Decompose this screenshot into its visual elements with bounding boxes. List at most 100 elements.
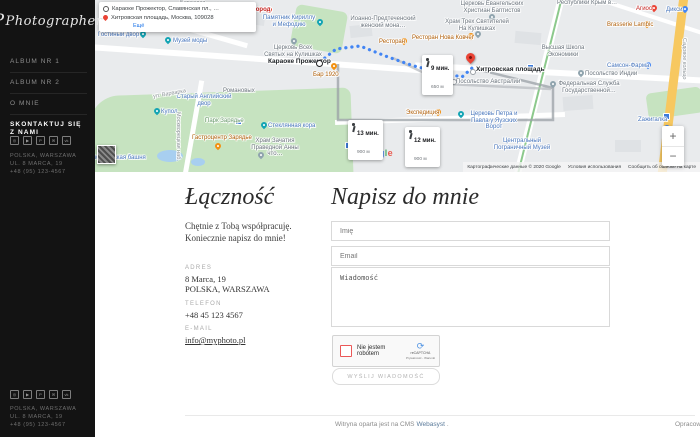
map-park-label: Парк Зарядье: [205, 118, 244, 125]
directions-more-link[interactable]: Ещё: [133, 23, 251, 29]
route-origin-marker: [316, 60, 323, 67]
email-input[interactable]: [331, 246, 610, 266]
sidebar-item-album-1[interactable]: ALBUM NR 1: [10, 52, 87, 72]
sidebar-address: POLSKA, WARSZAWA UL. 8 MARCA, 19 +48 (95…: [10, 152, 76, 176]
directions-destination-text: Хитровская площадь, Москва, 109028: [111, 14, 214, 23]
address-street: UL. 8 MARCA, 19: [10, 160, 76, 168]
map-poi-label: Zажигалка: [638, 117, 667, 124]
phone-label: TELEFON: [185, 301, 222, 307]
route-distance: 650 м: [431, 85, 444, 90]
map-zoom-control: + −: [662, 126, 684, 166]
vk-icon[interactable]: vk: [62, 136, 71, 145]
route-distance: 900 м: [414, 157, 427, 162]
footer-credit-text: Witryna oparta jest na CMSWebasyst.: [335, 421, 449, 428]
page: PPhotographer ALBUM NR 1 ALBUM NR 2 O MN…: [0, 0, 700, 437]
name-input[interactable]: [331, 221, 610, 241]
zoom-out-button[interactable]: −: [662, 147, 684, 167]
developer-credit-link[interactable]: Opracowanie: [675, 421, 700, 428]
zoom-in-button[interactable]: +: [662, 126, 684, 147]
map-poi-label: Ресторан: [379, 39, 405, 46]
vk-icon[interactable]: vk: [62, 390, 71, 399]
map-poi-label: Памятник Кириллу и Мефодию: [261, 15, 317, 28]
email-value: info@myphoto.pl: [185, 335, 245, 345]
walking-icon: [408, 130, 412, 139]
destination-pin-mini-icon: [103, 14, 109, 21]
email-icon[interactable]: ✉: [49, 136, 58, 145]
map-poi-label: Церковь Петра и Павла у Яузских Ворот: [465, 111, 523, 131]
route-time: 9 мин.: [431, 66, 449, 72]
satellite-thumbnail[interactable]: [97, 145, 116, 164]
social-links: ◎ ▶ P ✉ vk: [10, 136, 71, 145]
map-poi-label: Ресторан Нова Ковчег: [412, 35, 474, 42]
send-message-button[interactable]: WYŚLIJ WIADOMOŚĆ: [332, 368, 440, 385]
email-link[interactable]: info@myphoto.pl: [185, 335, 245, 345]
directions-origin-row[interactable]: Караоке Прожектор, Славянская пл., …: [103, 5, 251, 14]
email-icon[interactable]: ✉: [49, 390, 58, 399]
pinterest-icon[interactable]: P: [36, 390, 45, 399]
walking-icon: [351, 123, 355, 132]
map-poi-label: Храм Зачатия Праведной Анны что…: [243, 138, 307, 158]
map-poi-label: Церковь Евангельских Христиан Баптистов: [455, 1, 529, 14]
directions-card: Караоке Прожектор, Славянская пл., … Хит…: [99, 2, 256, 32]
address-city: POLSKA, WARSZAWA: [10, 405, 76, 413]
map-street-label: Москворецкая наб.: [175, 112, 182, 161]
instagram-icon[interactable]: ◎: [10, 136, 19, 145]
google-map[interactable]: Биржевая Гостиный двор Музей моды Китай-…: [95, 0, 700, 172]
contact-section: Łączność Chętnie z Tobą współpracuję. Ko…: [95, 172, 700, 437]
message-textarea[interactable]: [331, 267, 610, 327]
map-poi-label: Иоанно-Предтеченский женский мона…: [350, 16, 416, 29]
map-destination-label: Хитровская площадь: [476, 67, 545, 74]
address-line: 8 Marca, 19: [185, 274, 270, 284]
route-time-badge[interactable]: 9 мин. 650 м: [422, 55, 453, 95]
map-poi-label: Посольство Австралии: [456, 79, 520, 86]
walking-icon: [425, 58, 429, 67]
recaptcha-widget: Nie jestem robotem ⟳ reCAPTCHA Prywatnoś…: [332, 335, 440, 367]
address-label: ADRES: [185, 265, 212, 271]
address-city: POLSKA, WARSZAWA: [10, 152, 76, 160]
map-poi-label: Центральный Пограничный Музей: [493, 138, 551, 151]
map-poi-label: Стеклянная кора: [268, 123, 315, 130]
map-poi-label: Бар 1920: [313, 72, 339, 79]
address-value: 8 Marca, 19 POLSKA, WARSZAWA: [185, 274, 270, 294]
sidebar-item-album-2[interactable]: ALBUM NR 2: [10, 72, 87, 93]
route-time: 13 мин.: [357, 131, 379, 137]
route-time-badge[interactable]: 12 мин. 900 м: [405, 127, 440, 167]
map-poi-label: Республики Крым в…: [557, 0, 617, 7]
route-distance: 900 м: [357, 150, 370, 155]
map-poi-label: Храм Трех Святителей На Кулишках: [445, 19, 509, 32]
map-poi-label: Brasserie Lambic: [607, 22, 653, 29]
phone-value: +48 45 123 4567: [185, 310, 243, 320]
map-poi-label: Самсон-Фарма: [607, 63, 649, 70]
email-label: E-MAIL: [185, 326, 213, 332]
logo-text: Photographer: [6, 14, 103, 29]
recaptcha-terms[interactable]: Prywatność - Warunki: [406, 356, 435, 360]
map-poi-label: Федеральная Служба Государственной…: [557, 81, 621, 94]
address-street: UL. 8 MARCA, 19: [10, 413, 76, 421]
address-phone: +48 (95) 123-4567: [10, 421, 76, 429]
youtube-icon[interactable]: ▶: [23, 390, 32, 399]
sidebar-nav: ALBUM NR 1 ALBUM NR 2 O MNIE SKONTAKTUJ …: [10, 52, 87, 143]
address-line: POLSKA, WARSZAWA: [185, 284, 270, 294]
pinterest-icon[interactable]: P: [36, 136, 45, 145]
map-data-copyright: Картографические данные © 2020 Google: [467, 165, 560, 170]
sidebar-item-o-mnie[interactable]: O MNIE: [10, 93, 87, 114]
site-logo[interactable]: PPhotographer: [6, 6, 89, 36]
recaptcha-brand: reCAPTCHA: [411, 351, 431, 355]
recaptcha-checkbox[interactable]: [340, 345, 352, 357]
youtube-icon[interactable]: ▶: [23, 136, 32, 145]
terms-link[interactable]: Условия использования: [568, 165, 621, 170]
directions-destination-row[interactable]: Хитровская площадь, Москва, 109028: [103, 14, 251, 23]
route-time: 12 мин.: [414, 138, 436, 144]
directions-origin-text: Караоке Прожектор, Славянская пл., …: [112, 5, 219, 14]
destination-dot: [470, 69, 476, 75]
webasyst-link[interactable]: Webasyst: [416, 421, 444, 428]
sidebar-footer: ◎ ▶ P ✉ vk POLSKA, WARSZAWA UL. 8 MARCA,…: [10, 390, 76, 429]
instagram-icon[interactable]: ◎: [10, 390, 19, 399]
logo-initial: P: [0, 11, 5, 31]
map-poi-label: Высшая Школа Экономики: [532, 45, 594, 58]
route-time-badge[interactable]: 13 мин. 900 м: [348, 120, 383, 160]
social-links-bottom: ◎ ▶ P ✉ vk: [10, 390, 76, 399]
map-poi-label: Дикси: [666, 7, 682, 14]
recaptcha-label: Nie jestem robotem: [357, 345, 406, 357]
map-street-label: Садовое кольцо: [681, 38, 688, 80]
